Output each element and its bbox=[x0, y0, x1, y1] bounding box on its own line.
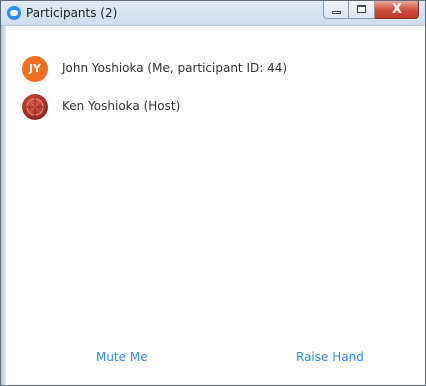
minimize-icon bbox=[332, 11, 341, 14]
footer-actions: Mute Me Raise Hand bbox=[6, 342, 425, 372]
mute-me-button[interactable]: Mute Me bbox=[96, 350, 148, 364]
profile-photo-icon bbox=[22, 94, 48, 120]
maximize-button[interactable] bbox=[349, 1, 375, 19]
window-controls: X bbox=[323, 1, 419, 19]
maximize-icon bbox=[357, 5, 366, 13]
avatar: JY bbox=[22, 56, 48, 82]
raise-hand-button[interactable]: Raise Hand bbox=[296, 350, 364, 364]
participants-window: Participants (2) X JY John Yoshioka (Me,… bbox=[0, 0, 426, 386]
participant-name: John Yoshioka (Me, participant ID: 44) bbox=[62, 61, 288, 75]
zoom-app-icon bbox=[7, 6, 21, 20]
close-icon: X bbox=[391, 2, 403, 17]
participant-name: Ken Yoshioka (Host) bbox=[62, 99, 181, 113]
window-title: Participants (2) bbox=[26, 6, 118, 20]
minimize-button[interactable] bbox=[323, 1, 349, 19]
title-bar[interactable]: Participants (2) X bbox=[1, 1, 425, 26]
participant-row-self[interactable]: JY John Yoshioka (Me, participant ID: 44… bbox=[6, 52, 425, 86]
close-button[interactable]: X bbox=[375, 1, 419, 19]
participant-row-host[interactable]: Ken Yoshioka (Host) bbox=[6, 90, 425, 124]
